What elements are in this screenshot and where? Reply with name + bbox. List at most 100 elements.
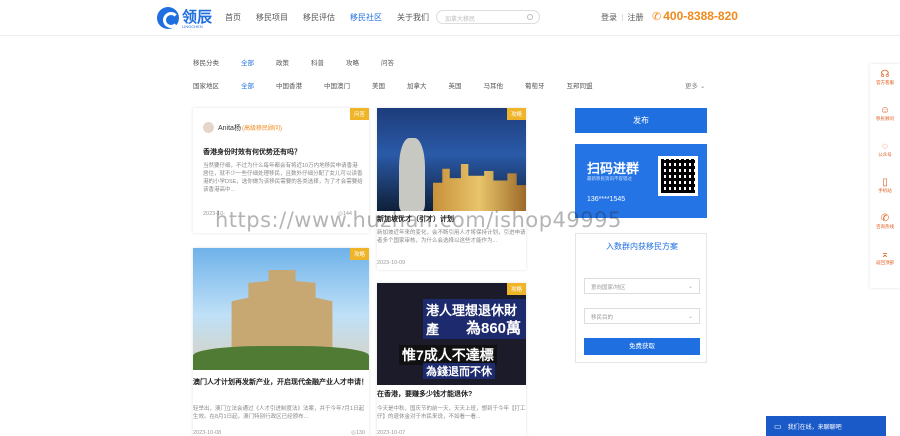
category-filter: 移民分类 全部 政策 科普 攻略 问答: [193, 57, 416, 67]
goal-select-placeholder: 移民目的: [591, 315, 614, 321]
qr-title: 扫码进群: [587, 161, 640, 176]
sidebar-label: 咨询热线: [876, 224, 894, 229]
sidebar-hotline[interactable]: ✆ 咨询热线: [870, 210, 900, 244]
category-policy[interactable]: 政策: [276, 57, 289, 67]
card-views: ◎130: [351, 430, 365, 436]
nav-home[interactable]: 首页: [225, 12, 241, 26]
wechat-icon: ◌: [882, 141, 888, 152]
more-regions-button[interactable]: 更多 ⌄: [685, 80, 705, 90]
qr-phone: 136****1545: [587, 196, 626, 203]
search-input[interactable]: 加拿大移民: [436, 10, 540, 24]
region-all[interactable]: 全部: [241, 80, 254, 90]
nav-community[interactable]: 移民社区: [350, 12, 382, 26]
card-date: 2023-10-07: [377, 430, 406, 436]
sidebar-customer-service[interactable]: ☊ 官方客服: [870, 66, 900, 100]
hk-image-line3: 惟7成人不達標: [399, 345, 497, 365]
top-header: 领辰 LINGCHEN 首页 移民项目 移民评估 移民社区 关于我们 加拿大移民…: [0, 0, 900, 36]
hk-image-line2: 為860萬: [463, 317, 525, 338]
login-link[interactable]: 登录: [601, 12, 617, 23]
merlion-statue: [399, 138, 425, 211]
card-tag: 攻略: [506, 283, 526, 295]
card-title[interactable]: 在香港，要赚多少钱才能退休?: [377, 390, 526, 400]
sidebar-back-to-top[interactable]: ⌅ 返回顶部: [870, 246, 900, 280]
article-card-hk[interactable]: 港人理想退休財產 為860萬 惟7成人不達標 為錢退而不休 攻略 在香港，要赚多…: [377, 283, 526, 436]
region-filter: 国家地区 全部 中国香港 中国澳门 美国 加拿大 英国 马耳他 葡萄牙 互邦同盟: [193, 80, 615, 90]
card-excerpt: 今天是中秋，国庆节的前一天，天天上班，想到于今年【打工仔】的退休金对于市民来说，…: [377, 406, 526, 420]
sidebar-mobile[interactable]: ▯ 手机站: [870, 174, 900, 208]
publish-button[interactable]: 发布: [575, 108, 707, 133]
phone-icon: ✆: [880, 213, 890, 224]
region-canada[interactable]: 加拿大: [407, 80, 427, 90]
card-tag: 攻略: [349, 248, 369, 260]
region-alliance[interactable]: 互邦同盟: [567, 80, 593, 90]
country-select[interactable]: 意向国家/地区 ⌄: [584, 278, 700, 294]
qr-subtitle: 最新移民资讯不容错过: [587, 176, 632, 181]
trees: [193, 346, 369, 370]
card-excerpt: 当然要仔细，不过为什么每年都会有将近10万内地移民申请香港居住，就不少一些仔细处…: [203, 163, 363, 193]
article-card-macau[interactable]: 攻略 澳门人才计划再发新产业，开启现代金融产业人才申请！ 轻举出，澳门立法会通过…: [193, 248, 369, 436]
macau-ruins-image: [193, 248, 369, 370]
consult-form: 入数群内获移民方案 意向国家/地区 ⌄ 移民目的 ⌄ 免费获取: [575, 233, 707, 363]
sidebar-label: 公众号: [878, 152, 892, 157]
chevron-down-icon: ⌄: [687, 284, 693, 290]
user-icon: ☺: [879, 105, 891, 116]
search-placeholder: 加拿大移民: [445, 17, 476, 23]
form-title: 入数群内获移民方案: [606, 242, 678, 251]
country-select-placeholder: 意向国家/地区: [591, 285, 626, 291]
hotline-number: 400-8388-820: [663, 9, 738, 23]
article-card-singapore[interactable]: 攻略 新加坡优才（引才）计划 新加坡近年来的变化，会不断引用人才将保持计划，引进…: [377, 108, 526, 270]
region-portugal[interactable]: 葡萄牙: [525, 80, 545, 90]
card-date: 2023-10-08: [193, 430, 222, 436]
logo-subtext: LINGCHEN: [182, 24, 203, 29]
merlion-image: [377, 108, 526, 211]
region-malta[interactable]: 马耳他: [484, 80, 504, 90]
sidebar-label: 移民顾问: [876, 116, 894, 121]
card-tag: 攻略: [506, 108, 526, 120]
category-guide[interactable]: 攻略: [346, 57, 359, 67]
watermark: https://www.huzhan.com/ishop49995: [215, 208, 622, 232]
logo-icon: [157, 7, 179, 29]
online-chat-button[interactable]: ▭ 我们在线，来聊聊吧: [766, 416, 886, 436]
nav-assessment[interactable]: 移民评估: [303, 12, 335, 26]
sidebar-wechat[interactable]: ◌ 公众号: [870, 138, 900, 172]
top-icon: ⌅: [880, 249, 890, 260]
card-tag: 问答: [349, 108, 369, 120]
qr-code-image: [658, 156, 698, 196]
avatar: [203, 122, 214, 133]
chevron-down-icon: ⌄: [687, 314, 693, 320]
hk-retirement-image: 港人理想退休財產 為860萬 惟7成人不達標 為錢退而不休: [377, 283, 526, 385]
category-qa[interactable]: 问答: [381, 57, 394, 67]
more-label: 更多: [685, 83, 698, 90]
sidebar-consultant[interactable]: ☺ 移民顾问: [870, 102, 900, 136]
region-macau[interactable]: 中国澳门: [324, 80, 350, 90]
nav-about[interactable]: 关于我们: [397, 12, 429, 26]
category-science[interactable]: 科普: [311, 57, 324, 67]
region-uk[interactable]: 英国: [449, 80, 462, 90]
author-name: Anita杨: [218, 124, 241, 132]
logo[interactable]: 领辰 LINGCHEN: [157, 6, 215, 30]
chevron-down-icon: ⌄: [699, 83, 706, 90]
sidebar-label: 返回顶部: [876, 260, 894, 265]
card-date: 2023-10-09: [377, 260, 406, 266]
hk-image-line4: 為錢退而不休: [423, 363, 495, 379]
submit-button[interactable]: 免费获取: [584, 338, 700, 355]
nav-projects[interactable]: 移民项目: [256, 12, 288, 26]
card-title[interactable]: 香港身份时效有何优势还有吗？: [203, 148, 363, 158]
chat-label: 我们在线，来聊聊吧: [787, 424, 842, 431]
auth-divider: |: [621, 13, 624, 22]
chat-icon: ▭: [774, 421, 782, 431]
hotline: ✆ 400-8388-820: [652, 9, 738, 23]
search-icon[interactable]: [527, 14, 533, 20]
auth-links: 登录 | 注册: [601, 12, 644, 23]
author-tag: (高级移民顾问): [241, 126, 282, 132]
register-link[interactable]: 注册: [628, 12, 644, 23]
goal-select[interactable]: 移民目的 ⌄: [584, 308, 700, 324]
category-all[interactable]: 全部: [241, 57, 254, 67]
card-title[interactable]: 澳门人才计划再发新产业，开启现代金融产业人才申请！: [193, 378, 369, 388]
category-filter-label: 移民分类: [193, 60, 219, 67]
headset-icon: ☊: [880, 69, 890, 80]
mobile-icon: ▯: [882, 177, 888, 188]
region-usa[interactable]: 美国: [372, 80, 385, 90]
region-hongkong[interactable]: 中国香港: [276, 80, 302, 90]
floating-sidebar: ☊ 官方客服 ☺ 移民顾问 ◌ 公众号 ▯ 手机站 ✆ 咨询热线 ⌅ 返回顶部: [870, 64, 900, 288]
